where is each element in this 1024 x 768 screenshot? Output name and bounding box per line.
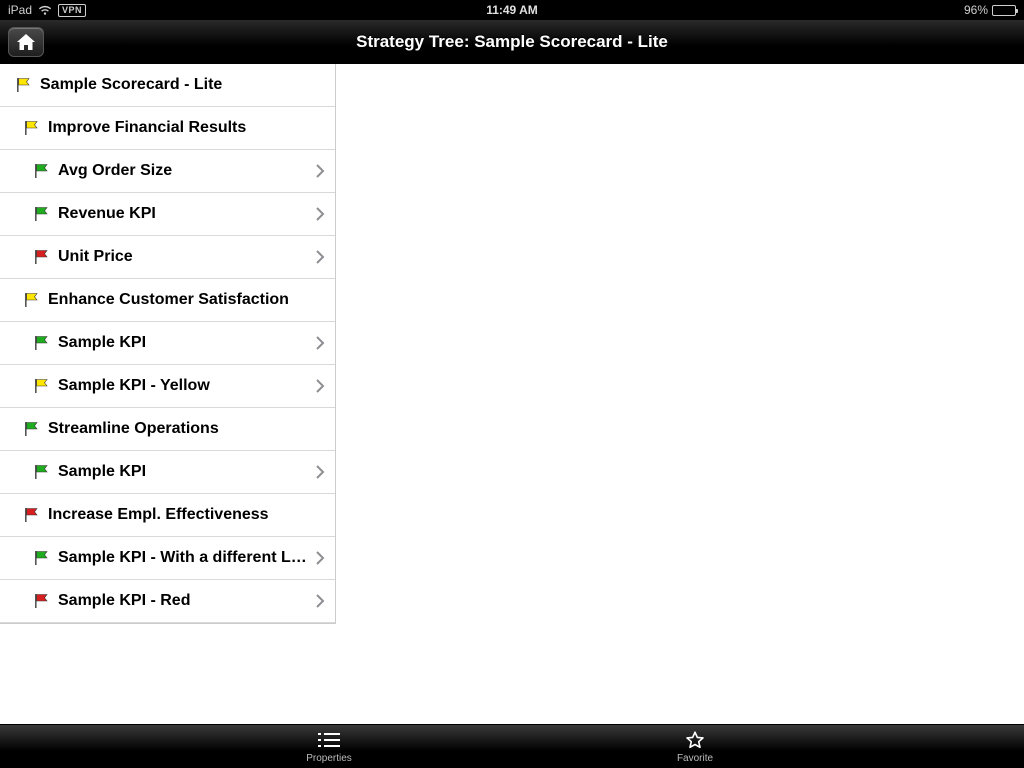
status-time: 11:49 AM xyxy=(486,3,538,17)
tree-row-label: Increase Empl. Effectiveness xyxy=(48,506,335,524)
tab-favorite[interactable]: Favorite xyxy=(657,725,733,768)
tree-row-label: Sample KPI - Red xyxy=(58,592,335,610)
tab-label: Favorite xyxy=(677,753,713,764)
tree-row[interactable]: Sample KPI - Yellow xyxy=(0,365,335,408)
status-left: iPad VPN xyxy=(8,3,86,17)
tab-properties[interactable]: Properties xyxy=(291,725,367,768)
flag-icon xyxy=(14,76,34,94)
tree-row[interactable]: Unit Price xyxy=(0,236,335,279)
tree-row-label: Sample KPI - With a different L… xyxy=(58,549,335,567)
flag-icon xyxy=(22,420,42,438)
flag-icon xyxy=(32,592,52,610)
vpn-badge: VPN xyxy=(58,4,86,17)
tree-row[interactable]: Sample KPI - Red xyxy=(0,580,335,623)
flag-icon xyxy=(32,205,52,223)
tree-row-label: Enhance Customer Satisfaction xyxy=(48,291,335,309)
chevron-right-icon xyxy=(315,551,325,565)
tree-row: Increase Empl. Effectiveness xyxy=(0,494,335,537)
tree-row-label: Streamline Operations xyxy=(48,420,335,438)
chevron-right-icon xyxy=(315,336,325,350)
tree-row-label: Sample KPI xyxy=(58,463,335,481)
home-icon xyxy=(16,33,36,51)
tree-row[interactable]: Sample KPI xyxy=(0,322,335,365)
home-button[interactable] xyxy=(8,27,44,57)
nav-bar: Strategy Tree: Sample Scorecard - Lite xyxy=(0,20,1024,64)
flag-icon xyxy=(32,162,52,180)
wifi-icon xyxy=(38,5,52,16)
tree-row-label: Sample KPI xyxy=(58,334,335,352)
tab-label: Properties xyxy=(306,753,352,764)
chevron-right-icon xyxy=(315,594,325,608)
tree-row: Sample Scorecard - Lite xyxy=(0,64,335,107)
page-title: Strategy Tree: Sample Scorecard - Lite xyxy=(356,32,668,52)
flag-icon xyxy=(32,549,52,567)
tree-row: Improve Financial Results xyxy=(0,107,335,150)
flag-icon xyxy=(22,291,42,309)
tree-row-label: Sample KPI - Yellow xyxy=(58,377,335,395)
flag-icon xyxy=(32,463,52,481)
chevron-right-icon xyxy=(315,465,325,479)
tree-row-label: Avg Order Size xyxy=(58,162,335,180)
flag-icon xyxy=(22,506,42,524)
tree-row-label: Sample Scorecard - Lite xyxy=(40,76,335,94)
tree-row-label: Revenue KPI xyxy=(58,205,335,223)
star-icon xyxy=(685,729,705,751)
tree-row-label: Unit Price xyxy=(58,248,335,266)
device-label: iPad xyxy=(8,3,32,17)
tree-row[interactable]: Avg Order Size xyxy=(0,150,335,193)
chevron-right-icon xyxy=(315,164,325,178)
flag-icon xyxy=(32,377,52,395)
content-area: Sample Scorecard - Lite Improve Financia… xyxy=(0,64,1024,724)
battery-percent: 96% xyxy=(964,3,988,17)
flag-icon xyxy=(32,334,52,352)
status-bar: iPad VPN 11:49 AM 96% xyxy=(0,0,1024,20)
tree-row[interactable]: Revenue KPI xyxy=(0,193,335,236)
status-right: 96% xyxy=(964,3,1016,17)
list-icon xyxy=(318,729,340,751)
flag-icon xyxy=(22,119,42,137)
flag-icon xyxy=(32,248,52,266)
strategy-tree: Sample Scorecard - Lite Improve Financia… xyxy=(0,64,336,624)
chevron-right-icon xyxy=(315,250,325,264)
tree-row: Enhance Customer Satisfaction xyxy=(0,279,335,322)
tree-row: Streamline Operations xyxy=(0,408,335,451)
tree-row-label: Improve Financial Results xyxy=(48,119,335,137)
chevron-right-icon xyxy=(315,207,325,221)
tree-row[interactable]: Sample KPI xyxy=(0,451,335,494)
battery-icon xyxy=(992,5,1016,16)
tree-row[interactable]: Sample KPI - With a different L… xyxy=(0,537,335,580)
tab-bar: Properties Favorite xyxy=(0,724,1024,768)
chevron-right-icon xyxy=(315,379,325,393)
